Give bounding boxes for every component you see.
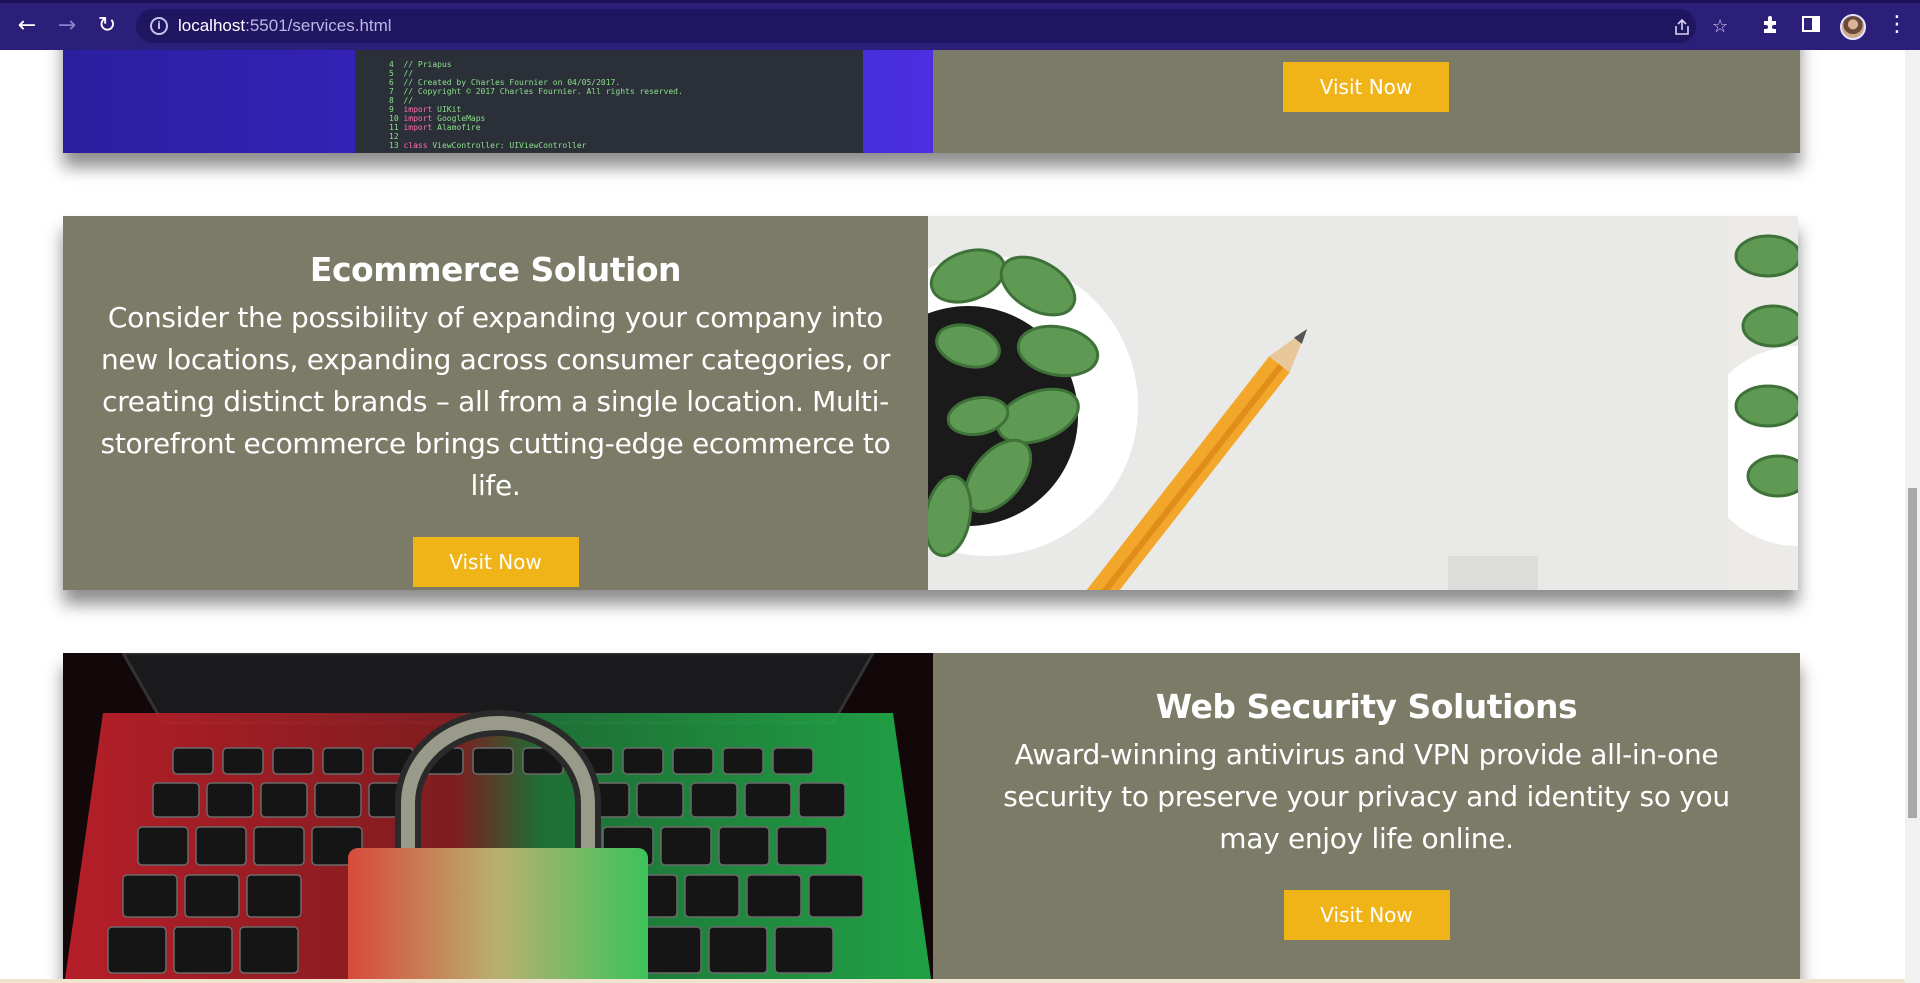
star-icon[interactable]: ☆ [1712, 17, 1728, 37]
reload-icon[interactable]: ↻ [92, 11, 122, 41]
service-description: Consider the possibility of expanding yo… [100, 301, 891, 502]
url-path: :5501/services.html [245, 16, 392, 35]
service-title: Ecommerce Solution [309, 250, 682, 289]
page-viewport: 4 // Priapus 5 // 6 // Created by Charle… [0, 50, 1905, 983]
service-card-app-development: 4 // Priapus 5 // 6 // Created by Charle… [63, 50, 1800, 153]
code-editor-picture: 4 // Priapus 5 // 6 // Created by Charle… [355, 50, 863, 153]
side-panel-icon[interactable] [1800, 13, 1822, 40]
vertical-scrollbar[interactable] [1905, 50, 1920, 983]
succulent-image-repeat [1728, 216, 1798, 590]
padlock-keyboard-illustration [63, 653, 933, 983]
visit-now-button[interactable]: Visit Now [1283, 890, 1450, 940]
succulent-pencil-image [928, 216, 1798, 590]
url-host: localhost [178, 16, 246, 35]
service-card-ecommerce: Ecommerce Solution Consider the possibil… [63, 216, 1798, 590]
service-text-panel: Web Security Solutions Award-winning ant… [933, 653, 1800, 983]
arrow-left-icon[interactable]: ← [12, 11, 42, 41]
url-text[interactable]: localhost:5501/services.html [178, 16, 392, 36]
service-text-panel: Ecommerce Solution Consider the possibil… [63, 216, 928, 590]
info-icon[interactable]: i [150, 17, 168, 35]
browser-toolbar: ← → ↻ i localhost:5501/services.html ☆ ⋮ [0, 0, 1920, 50]
bottom-edge [0, 979, 1905, 983]
address-bar[interactable]: i localhost:5501/services.html ☆ [136, 9, 1728, 43]
puzzle-icon[interactable] [1760, 13, 1782, 40]
kebab-menu-icon[interactable]: ⋮ [1886, 13, 1908, 37]
arrow-right-icon[interactable]: → [52, 11, 82, 41]
avatar[interactable] [1840, 14, 1866, 40]
visit-now-button[interactable]: Visit Now [1283, 62, 1449, 112]
padlock-laptop-image [63, 653, 933, 983]
succulent-illustration [928, 216, 1798, 590]
code-screen-image: 4 // Priapus 5 // 6 // Created by Charle… [63, 50, 933, 153]
code-picture-lines: 4 // Priapus 5 // 6 // Created by Charle… [389, 60, 683, 150]
service-text-panel: Visit Now [933, 50, 1800, 153]
scrollbar-thumb[interactable] [1908, 488, 1917, 818]
service-title: Web Security Solutions [1155, 687, 1578, 726]
share-icon[interactable] [1672, 17, 1692, 42]
service-card-web-security: Web Security Solutions Award-winning ant… [63, 653, 1800, 983]
service-description: Award-winning antivirus and VPN provide … [1003, 738, 1730, 855]
visit-now-button[interactable]: Visit Now [412, 537, 579, 587]
